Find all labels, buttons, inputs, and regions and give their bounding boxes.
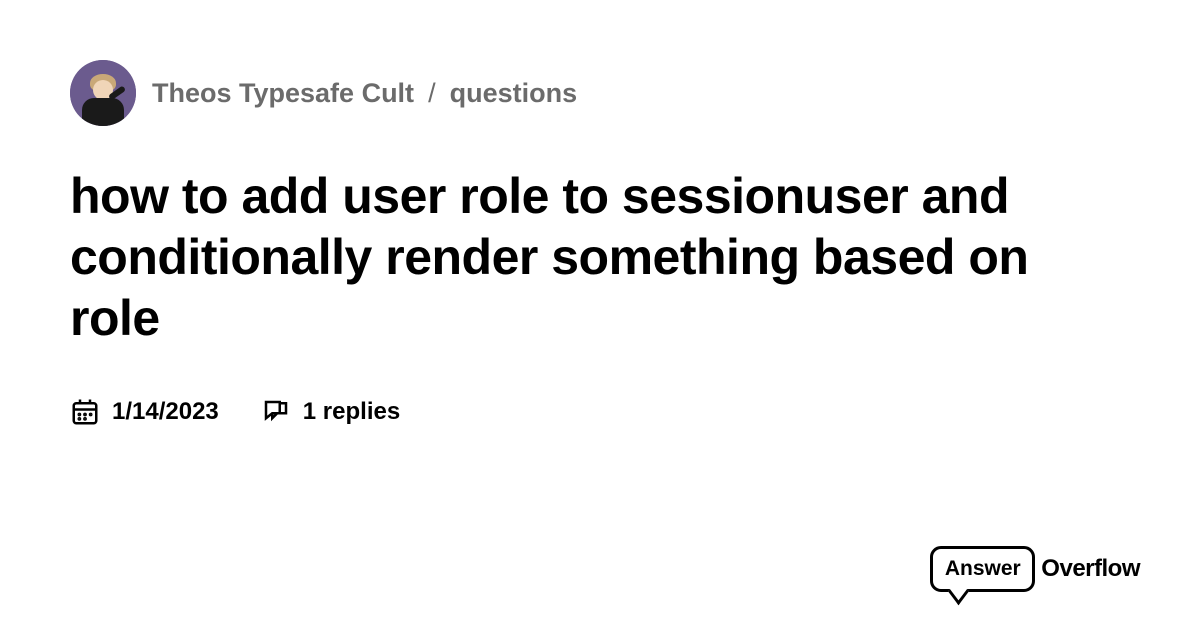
breadcrumb-text: Theos Typesafe Cult / questions (152, 78, 577, 109)
meta-row: 1/14/2023 1 replies (70, 397, 1130, 427)
logo-overflow-text: Overflow (1041, 555, 1140, 583)
replies-item: 1 replies (261, 397, 400, 427)
replies-icon (261, 397, 291, 427)
breadcrumb-separator-icon: / (428, 78, 436, 109)
calendar-icon (70, 397, 100, 427)
breadcrumb-section: questions (450, 78, 578, 109)
date-text: 1/14/2023 (112, 398, 219, 426)
date-item: 1/14/2023 (70, 397, 219, 427)
brand-logo: Answer Overflow (930, 546, 1140, 592)
replies-text: 1 replies (303, 398, 400, 426)
community-avatar (70, 60, 136, 126)
logo-bubble: Answer (930, 546, 1035, 592)
logo-answer-text: Answer (945, 557, 1021, 581)
breadcrumb: Theos Typesafe Cult / questions (70, 60, 1130, 126)
question-title: how to add user role to sessionuser and … (70, 166, 1130, 349)
community-name: Theos Typesafe Cult (152, 78, 414, 109)
